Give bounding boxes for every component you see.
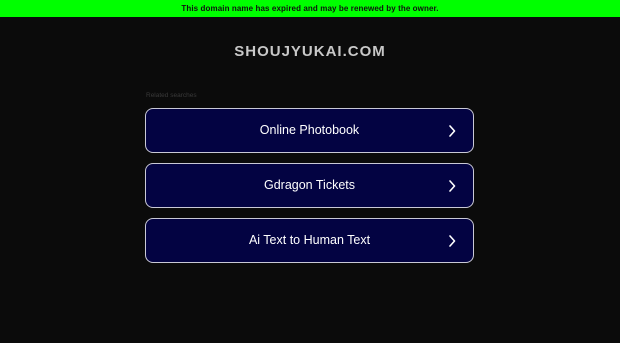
related-search-button-gdragon-tickets[interactable]: Gdragon Tickets <box>145 163 474 208</box>
related-search-button-online-photobook[interactable]: Online Photobook <box>145 108 474 153</box>
expired-domain-banner: This domain name has expired and may be … <box>0 0 620 17</box>
chevron-right-icon <box>447 109 457 152</box>
related-search-button-ai-text-to-human-text[interactable]: Ai Text to Human Text <box>145 218 474 263</box>
banner-text: This domain name has expired and may be … <box>181 4 439 13</box>
chevron-right-icon <box>447 164 457 207</box>
related-search-label: Gdragon Tickets <box>263 178 355 192</box>
related-searches-list: Online Photobook Gdragon Tickets Ai Text… <box>145 108 474 273</box>
related-searches-label: Related searches <box>146 92 197 99</box>
related-search-label: Online Photobook <box>259 123 360 137</box>
chevron-right-icon <box>447 219 457 262</box>
related-search-label: Ai Text to Human Text <box>248 233 371 247</box>
domain-title: SHOUJYUKAI.COM <box>234 43 386 60</box>
